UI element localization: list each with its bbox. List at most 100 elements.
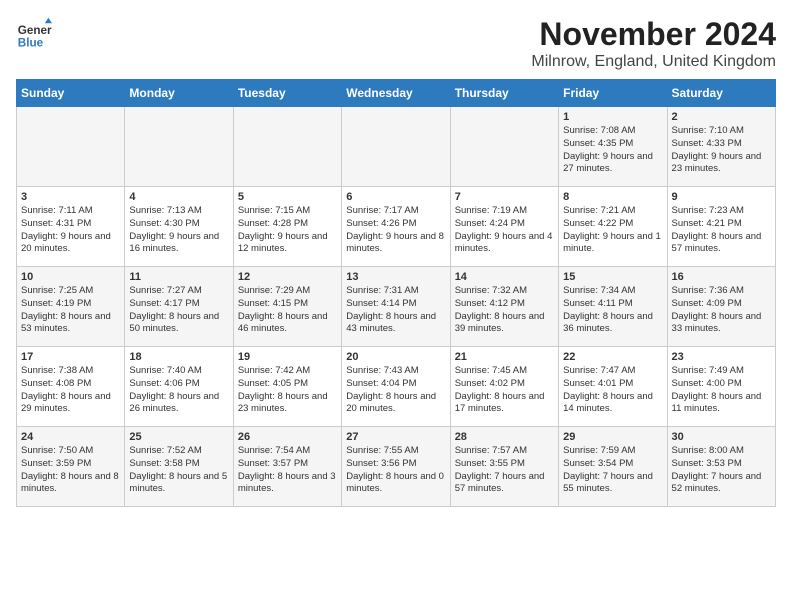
calendar-week-row: 17 Sunrise: 7:38 AM Sunset: 4:08 PM Dayli…	[17, 347, 776, 427]
day-info: Sunrise: 7:11 AM Sunset: 4:31 PM Dayligh…	[21, 205, 120, 256]
day-number: 10	[21, 271, 120, 283]
calendar-cell: 30 Sunrise: 8:00 AM Sunset: 3:53 PM Dayli…	[667, 427, 775, 507]
calendar-cell: 15 Sunrise: 7:34 AM Sunset: 4:11 PM Dayli…	[559, 267, 667, 347]
svg-text:General: General	[18, 24, 52, 37]
calendar-cell: 14 Sunrise: 7:32 AM Sunset: 4:12 PM Dayli…	[450, 267, 558, 347]
calendar-cell	[342, 107, 450, 187]
day-number: 27	[346, 431, 445, 443]
day-number: 18	[129, 351, 228, 363]
day-info: Sunrise: 7:49 AM Sunset: 4:00 PM Dayligh…	[672, 365, 771, 416]
day-number: 15	[563, 271, 662, 283]
calendar-cell: 11 Sunrise: 7:27 AM Sunset: 4:17 PM Dayli…	[125, 267, 233, 347]
calendar-cell: 8 Sunrise: 7:21 AM Sunset: 4:22 PM Daylig…	[559, 187, 667, 267]
day-number: 28	[455, 431, 554, 443]
calendar-cell: 22 Sunrise: 7:47 AM Sunset: 4:01 PM Dayli…	[559, 347, 667, 427]
column-header-monday: Monday	[125, 80, 233, 107]
calendar-cell: 20Sunrise: 7:43 AM Sunset: 4:04 PM Dayli…	[342, 347, 450, 427]
day-info: Sunrise: 7:50 AM Sunset: 3:59 PM Dayligh…	[21, 445, 120, 496]
calendar-week-row: 3 Sunrise: 7:11 AM Sunset: 4:31 PM Daylig…	[17, 187, 776, 267]
day-number: 13	[346, 271, 445, 283]
calendar-cell: 9 Sunrise: 7:23 AM Sunset: 4:21 PM Daylig…	[667, 187, 775, 267]
column-header-wednesday: Wednesday	[342, 80, 450, 107]
calendar-cell: 28 Sunrise: 7:57 AM Sunset: 3:55 PM Dayli…	[450, 427, 558, 507]
day-info: Sunrise: 7:23 AM Sunset: 4:21 PM Dayligh…	[672, 205, 771, 256]
day-info: Sunrise: 7:17 AM Sunset: 4:26 PM Dayligh…	[346, 205, 445, 256]
calendar-cell: 25Sunrise: 7:52 AM Sunset: 3:58 PM Dayli…	[125, 427, 233, 507]
calendar-cell: 13Sunrise: 7:31 AM Sunset: 4:14 PM Dayli…	[342, 267, 450, 347]
calendar-cell: 29 Sunrise: 7:59 AM Sunset: 3:54 PM Dayli…	[559, 427, 667, 507]
calendar-week-row: 24Sunrise: 7:50 AM Sunset: 3:59 PM Dayli…	[17, 427, 776, 507]
calendar-cell: 2 Sunrise: 7:10 AM Sunset: 4:33 PM Daylig…	[667, 107, 775, 187]
calendar-cell: 24Sunrise: 7:50 AM Sunset: 3:59 PM Dayli…	[17, 427, 125, 507]
page-header: General Blue November 2024 Milnrow, Engl…	[16, 16, 776, 71]
day-info: Sunrise: 7:47 AM Sunset: 4:01 PM Dayligh…	[563, 365, 662, 416]
day-info: Sunrise: 7:57 AM Sunset: 3:55 PM Dayligh…	[455, 445, 554, 496]
page-subtitle: Milnrow, England, United Kingdom	[531, 53, 776, 71]
column-header-thursday: Thursday	[450, 80, 558, 107]
day-number: 21	[455, 351, 554, 363]
column-header-friday: Friday	[559, 80, 667, 107]
calendar-cell: 1Sunrise: 7:08 AM Sunset: 4:35 PM Daylig…	[559, 107, 667, 187]
day-number: 14	[455, 271, 554, 283]
calendar-cell	[233, 107, 341, 187]
day-number: 30	[672, 431, 771, 443]
day-info: Sunrise: 7:59 AM Sunset: 3:54 PM Dayligh…	[563, 445, 662, 496]
day-number: 7	[455, 191, 554, 203]
day-number: 9	[672, 191, 771, 203]
calendar-cell: 18 Sunrise: 7:40 AM Sunset: 4:06 PM Dayli…	[125, 347, 233, 427]
day-info: Sunrise: 7:45 AM Sunset: 4:02 PM Dayligh…	[455, 365, 554, 416]
calendar-cell: 10 Sunrise: 7:25 AM Sunset: 4:19 PM Dayli…	[17, 267, 125, 347]
day-info: Sunrise: 7:40 AM Sunset: 4:06 PM Dayligh…	[129, 365, 228, 416]
day-info: Sunrise: 7:54 AM Sunset: 3:57 PM Dayligh…	[238, 445, 337, 496]
day-number: 8	[563, 191, 662, 203]
day-info: Sunrise: 7:29 AM Sunset: 4:15 PM Dayligh…	[238, 285, 337, 336]
column-header-sunday: Sunday	[17, 80, 125, 107]
day-number: 17	[21, 351, 120, 363]
day-info: Sunrise: 7:13 AM Sunset: 4:30 PM Dayligh…	[129, 205, 228, 256]
day-info: Sunrise: 7:25 AM Sunset: 4:19 PM Dayligh…	[21, 285, 120, 336]
day-info: Sunrise: 7:34 AM Sunset: 4:11 PM Dayligh…	[563, 285, 662, 336]
day-number: 29	[563, 431, 662, 443]
calendar-cell: 27Sunrise: 7:55 AM Sunset: 3:56 PM Dayli…	[342, 427, 450, 507]
column-header-tuesday: Tuesday	[233, 80, 341, 107]
day-info: Sunrise: 7:08 AM Sunset: 4:35 PM Dayligh…	[563, 125, 662, 176]
day-number: 6	[346, 191, 445, 203]
day-number: 3	[21, 191, 120, 203]
day-info: Sunrise: 7:27 AM Sunset: 4:17 PM Dayligh…	[129, 285, 228, 336]
day-number: 12	[238, 271, 337, 283]
title-area: November 2024 Milnrow, England, United K…	[531, 16, 776, 71]
day-info: Sunrise: 7:38 AM Sunset: 4:08 PM Dayligh…	[21, 365, 120, 416]
day-number: 25	[129, 431, 228, 443]
day-info: Sunrise: 7:10 AM Sunset: 4:33 PM Dayligh…	[672, 125, 771, 176]
calendar-cell: 16Sunrise: 7:36 AM Sunset: 4:09 PM Dayli…	[667, 267, 775, 347]
day-number: 2	[672, 111, 771, 123]
svg-text:Blue: Blue	[18, 37, 44, 50]
logo: General Blue	[16, 16, 52, 52]
calendar-cell: 7Sunrise: 7:19 AM Sunset: 4:24 PM Daylig…	[450, 187, 558, 267]
calendar-cell: 6 Sunrise: 7:17 AM Sunset: 4:26 PM Daylig…	[342, 187, 450, 267]
day-info: Sunrise: 7:32 AM Sunset: 4:12 PM Dayligh…	[455, 285, 554, 336]
calendar-cell	[17, 107, 125, 187]
calendar-cell: 23Sunrise: 7:49 AM Sunset: 4:00 PM Dayli…	[667, 347, 775, 427]
calendar-cell: 3 Sunrise: 7:11 AM Sunset: 4:31 PM Daylig…	[17, 187, 125, 267]
calendar-cell: 19Sunrise: 7:42 AM Sunset: 4:05 PM Dayli…	[233, 347, 341, 427]
day-info: Sunrise: 8:00 AM Sunset: 3:53 PM Dayligh…	[672, 445, 771, 496]
calendar-table: SundayMondayTuesdayWednesdayThursdayFrid…	[16, 79, 776, 507]
day-info: Sunrise: 7:15 AM Sunset: 4:28 PM Dayligh…	[238, 205, 337, 256]
day-number: 26	[238, 431, 337, 443]
day-number: 16	[672, 271, 771, 283]
calendar-header-row: SundayMondayTuesdayWednesdayThursdayFrid…	[17, 80, 776, 107]
page-title: November 2024	[531, 16, 776, 53]
day-number: 22	[563, 351, 662, 363]
calendar-cell	[450, 107, 558, 187]
calendar-week-row: 1Sunrise: 7:08 AM Sunset: 4:35 PM Daylig…	[17, 107, 776, 187]
calendar-cell: 17 Sunrise: 7:38 AM Sunset: 4:08 PM Dayli…	[17, 347, 125, 427]
day-number: 11	[129, 271, 228, 283]
day-number: 19	[238, 351, 337, 363]
day-info: Sunrise: 7:21 AM Sunset: 4:22 PM Dayligh…	[563, 205, 662, 256]
calendar-cell: 5Sunrise: 7:15 AM Sunset: 4:28 PM Daylig…	[233, 187, 341, 267]
calendar-cell: 4Sunrise: 7:13 AM Sunset: 4:30 PM Daylig…	[125, 187, 233, 267]
calendar-cell: 21 Sunrise: 7:45 AM Sunset: 4:02 PM Dayli…	[450, 347, 558, 427]
day-number: 20	[346, 351, 445, 363]
column-header-saturday: Saturday	[667, 80, 775, 107]
